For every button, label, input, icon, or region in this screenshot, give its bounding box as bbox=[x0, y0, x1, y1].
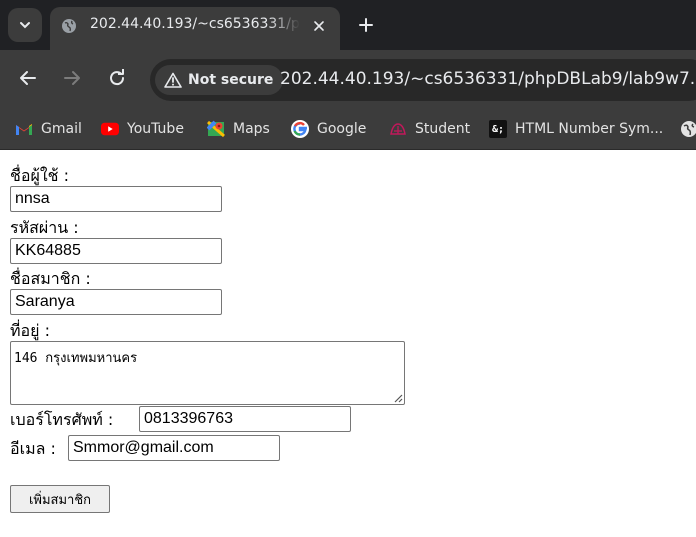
maps-icon bbox=[207, 120, 225, 138]
bookmark-label: Student bbox=[415, 121, 471, 137]
bookmarks-bar: Gmail YouTube Maps Google Student &; HTM… bbox=[0, 108, 696, 150]
reload-icon bbox=[110, 69, 125, 86]
globe-icon bbox=[680, 120, 696, 138]
tab-title: 202.44.40.193/~cs6536331/phpDBLab9/lab9w… bbox=[90, 16, 300, 32]
security-chip[interactable]: Not secure bbox=[155, 65, 284, 95]
bookmark-gmail[interactable]: Gmail bbox=[15, 117, 82, 141]
arrow-left-icon bbox=[20, 71, 36, 85]
tab-search-button[interactable] bbox=[8, 8, 42, 42]
page-content: ชื่อผู้ใช้ : รหัสผ่าน : ชื่อสมาชิก : ที่… bbox=[0, 151, 696, 537]
bookmark-youtube[interactable]: YouTube bbox=[101, 117, 184, 141]
bookmark-label: YouTube bbox=[127, 121, 184, 137]
globe-icon bbox=[62, 19, 76, 33]
bookmark-html-number-symbols[interactable]: &; HTML Number Sym... bbox=[489, 117, 663, 141]
bookmark-student[interactable]: Student bbox=[389, 117, 470, 141]
phone-label: เบอร์โทรศัพท์ : bbox=[10, 410, 114, 429]
chevron-down-icon bbox=[20, 22, 30, 29]
warning-icon bbox=[164, 72, 182, 88]
youtube-icon bbox=[101, 120, 119, 138]
plus-icon bbox=[359, 18, 373, 32]
bookmark-label: HTML Number Sym... bbox=[515, 121, 664, 137]
browser-toolbar: Not secure 202.44.40.193/~cs6536331/phpD… bbox=[0, 50, 696, 108]
bookmark-maps[interactable]: Maps bbox=[207, 117, 270, 141]
username-input[interactable] bbox=[10, 186, 222, 212]
email-input[interactable] bbox=[68, 435, 280, 461]
gmail-icon bbox=[15, 120, 33, 138]
new-tab-button[interactable] bbox=[352, 11, 380, 39]
student-icon bbox=[389, 120, 407, 138]
arrow-right-icon bbox=[64, 71, 80, 85]
active-tab[interactable]: 202.44.40.193/~cs6536331/phpDBLab9/lab9w… bbox=[50, 7, 340, 50]
bookmark-label: Maps bbox=[233, 121, 270, 137]
reload-button[interactable] bbox=[103, 64, 131, 92]
bookmark-label: Google bbox=[317, 121, 367, 137]
phone-input[interactable] bbox=[139, 406, 351, 432]
url-text[interactable]: 202.44.40.193/~cs6536331/phpDBLab9/lab9w… bbox=[280, 69, 696, 89]
close-icon bbox=[314, 21, 324, 31]
forward-button[interactable] bbox=[58, 64, 86, 92]
address-textarea[interactable]: 146 กรุงเทพมหานคร bbox=[10, 341, 405, 405]
email-label: อีเมล : bbox=[10, 439, 56, 458]
add-member-button[interactable]: เพิ่มสมาชิก bbox=[10, 485, 110, 513]
html-entity-icon: &; bbox=[489, 120, 507, 138]
bookmark-overflow[interactable] bbox=[680, 117, 696, 141]
close-tab-button[interactable] bbox=[309, 16, 329, 36]
google-icon bbox=[291, 120, 309, 138]
tab-strip: 202.44.40.193/~cs6536331/phpDBLab9/lab9w… bbox=[0, 0, 696, 50]
resize-grip-icon[interactable] bbox=[392, 392, 403, 403]
bookmark-label: Gmail bbox=[41, 121, 82, 137]
bookmark-google[interactable]: Google bbox=[291, 117, 366, 141]
back-button[interactable] bbox=[14, 64, 42, 92]
address-bar[interactable]: Not secure 202.44.40.193/~cs6536331/phpD… bbox=[150, 59, 696, 101]
security-label: Not secure bbox=[188, 72, 274, 88]
member-name-input[interactable] bbox=[10, 289, 222, 315]
password-input[interactable] bbox=[10, 238, 222, 264]
